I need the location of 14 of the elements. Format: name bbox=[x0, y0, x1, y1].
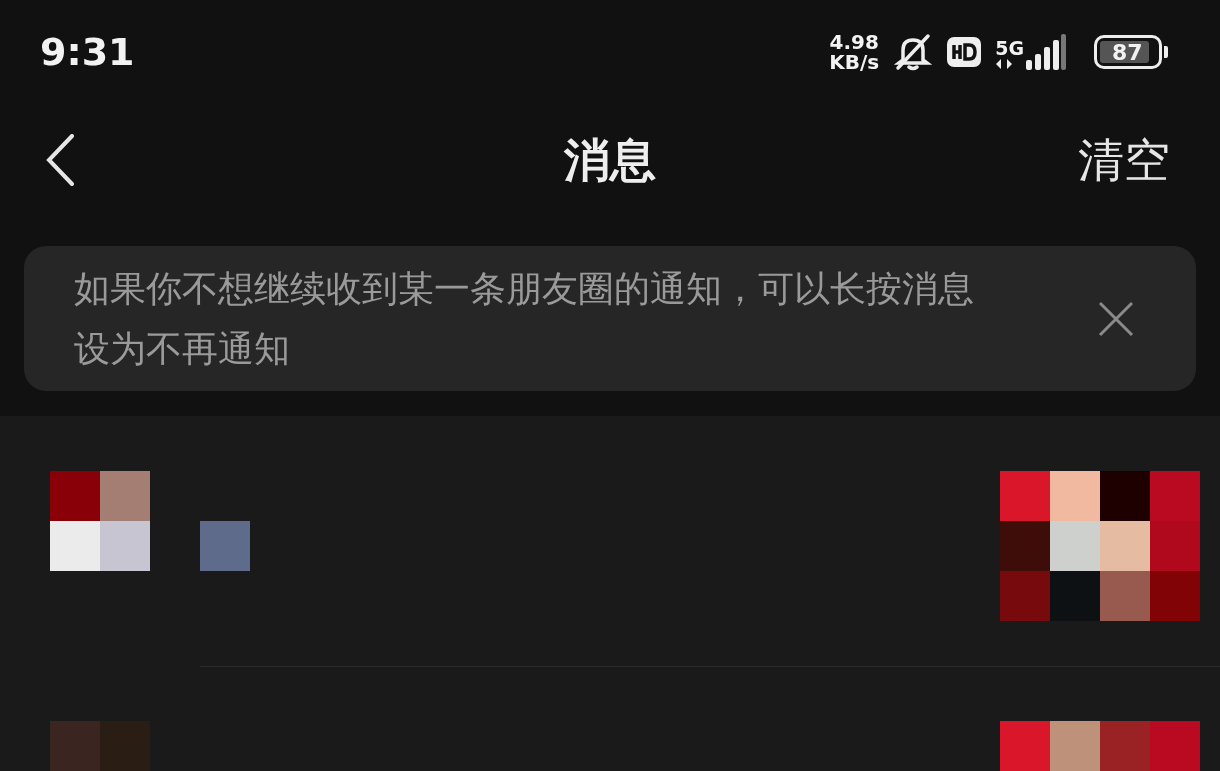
battery-percent: 87 bbox=[1112, 38, 1143, 67]
network-speed-value: 4.98 bbox=[829, 32, 879, 52]
close-icon bbox=[1098, 300, 1134, 337]
tip-text: 如果你不想继续收到某一条朋友圈的通知，可以长按消息设为不再通知 bbox=[74, 266, 975, 371]
clear-button[interactable]: 清空 bbox=[1078, 125, 1170, 195]
back-chevron-icon bbox=[45, 134, 75, 186]
signal-icon bbox=[1026, 34, 1066, 70]
network-type: 5G bbox=[995, 38, 1024, 58]
network-speed-unit: KB/s bbox=[829, 52, 880, 72]
hd-icon bbox=[947, 37, 982, 67]
muted-bell-icon bbox=[893, 32, 934, 72]
clock-time: 9:31 bbox=[40, 28, 135, 76]
battery-icon bbox=[1094, 35, 1162, 69]
page-title: 消息 bbox=[564, 131, 656, 189]
